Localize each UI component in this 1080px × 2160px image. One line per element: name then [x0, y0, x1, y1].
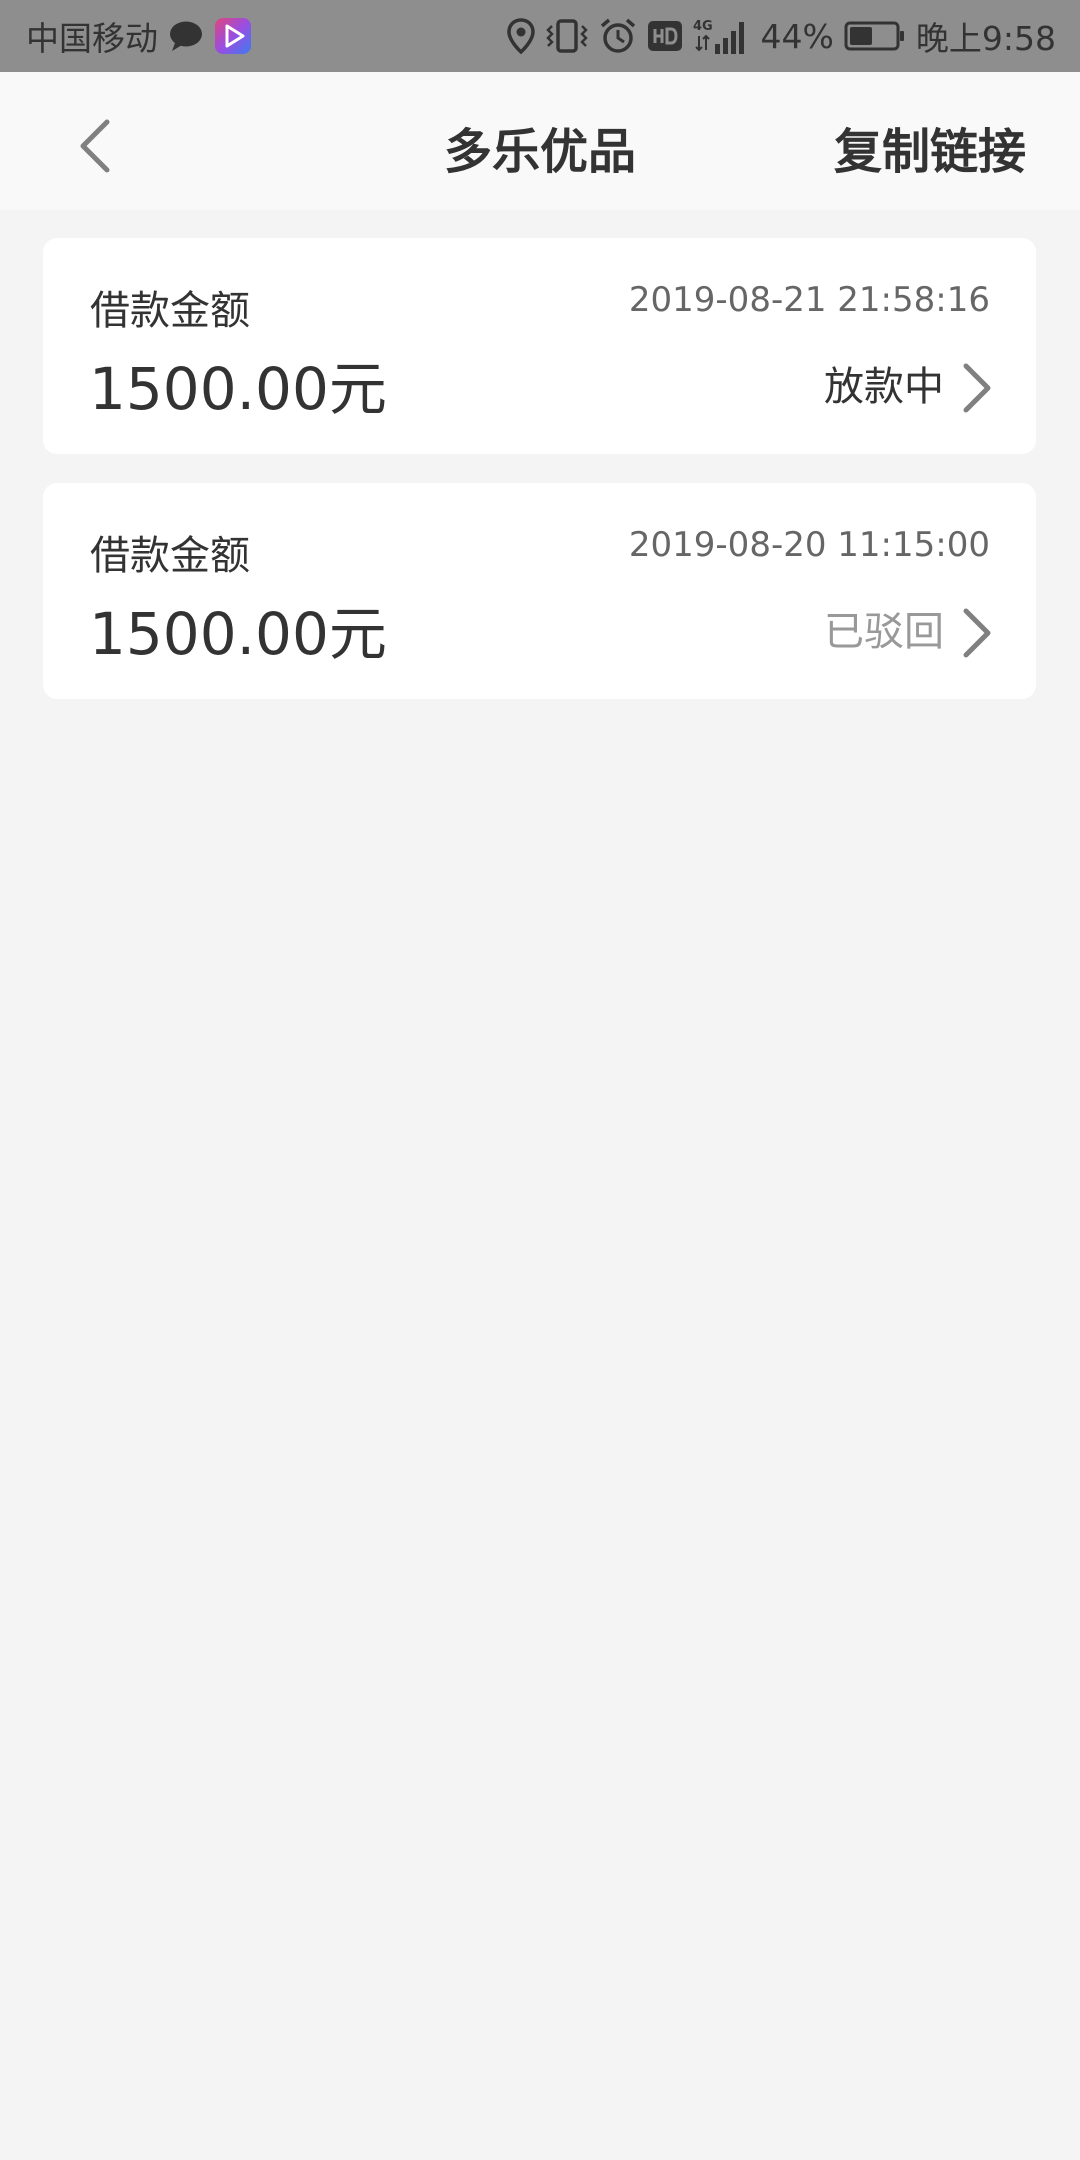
status-bar: 中国移动 4G 44% 晚上9:58	[0, 0, 1080, 72]
chat-bubble-icon	[168, 19, 204, 53]
battery-percent: 44%	[760, 16, 834, 56]
loan-amount-value: 1500.00元	[89, 600, 387, 668]
loan-amount-value: 1500.00元	[89, 355, 387, 423]
status-bar-right: 4G 44% 晚上9:58	[506, 12, 1056, 60]
loan-timestamp: 2019-08-21 21:58:16	[628, 280, 990, 320]
carrier-name: 中国移动	[26, 19, 158, 58]
loan-timestamp: 2019-08-20 11:15:00	[628, 525, 990, 565]
loan-status: 放款中	[824, 364, 944, 410]
alarm-icon	[599, 17, 637, 55]
network-type-label: 4G	[693, 19, 713, 34]
loan-amount-label: 借款金额	[90, 533, 250, 579]
nav-bar: 多乐优品 复制链接	[0, 72, 1080, 210]
loan-amount-label: 借款金额	[90, 288, 250, 334]
loan-record-list: 借款金额 1500.00元 2019-08-21 21:58:16 放款中 借款…	[43, 238, 1036, 728]
status-bar-left: 中国移动	[26, 12, 252, 60]
loan-record-card[interactable]: 借款金额 1500.00元 2019-08-20 11:15:00 已驳回	[43, 483, 1036, 699]
signal-icon: 4G	[693, 16, 751, 56]
location-icon	[506, 18, 535, 54]
chevron-right-icon	[963, 363, 991, 413]
battery-icon	[844, 20, 906, 52]
clock-time: 晚上9:58	[915, 19, 1056, 58]
chevron-right-icon	[963, 608, 991, 658]
copy-link-button[interactable]: 复制链接	[834, 112, 1026, 182]
hd-icon	[647, 19, 683, 53]
vibrate-icon	[545, 18, 589, 54]
loan-record-card[interactable]: 借款金额 1500.00元 2019-08-21 21:58:16 放款中	[43, 238, 1036, 454]
loan-status: 已驳回	[824, 609, 944, 655]
video-app-icon	[214, 17, 252, 55]
